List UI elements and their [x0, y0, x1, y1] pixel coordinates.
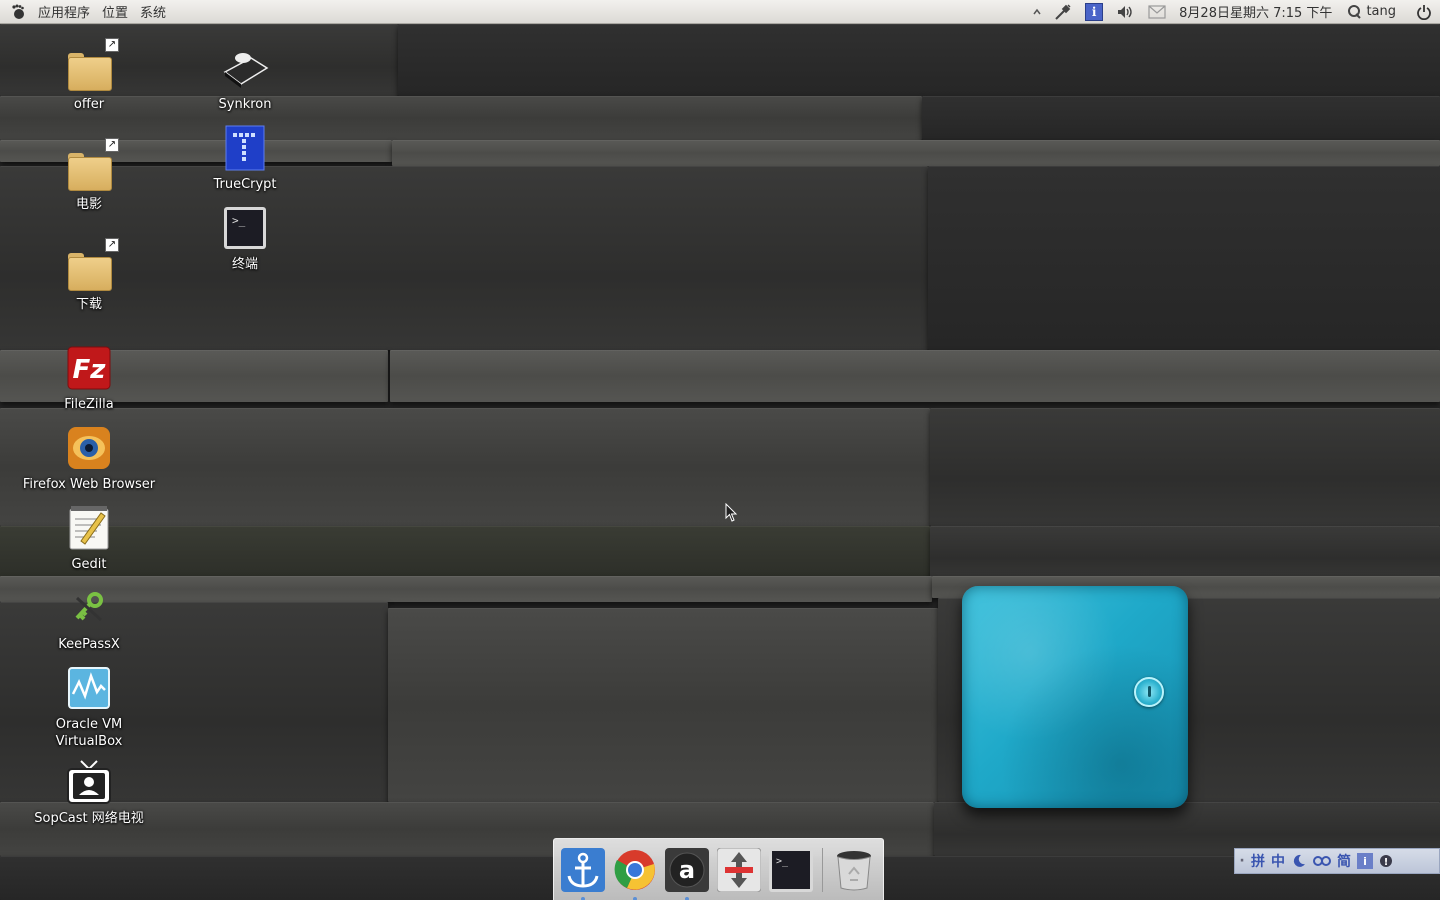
trash-icon: [837, 850, 871, 890]
terminal-icon: >_: [221, 204, 269, 252]
user-status-icon: [1344, 2, 1364, 22]
desktop-icon-label: SopCast 网络电视: [34, 811, 144, 826]
folder-link-icon: ↗: [65, 238, 119, 292]
folder-link-icon: ↗: [65, 38, 119, 92]
svg-text:!: !: [1384, 857, 1389, 868]
punctuation-icon: [1313, 856, 1331, 866]
envelope-icon: [1147, 2, 1167, 22]
desktop-icon-downloads[interactable]: ↗ 下载: [14, 238, 164, 313]
menu-system[interactable]: 系统: [134, 0, 172, 23]
desktop-icon-virtualbox[interactable]: Oracle VM VirtualBox: [14, 664, 164, 750]
ime-toolbar: · 拼 中 简 i !: [1234, 848, 1440, 874]
arrows-icon: [717, 847, 761, 892]
ime-moon-button[interactable]: [1291, 850, 1307, 872]
desktop-icon-label: 电影: [75, 197, 102, 212]
keyhole-lock-graphic: [1134, 677, 1164, 707]
folder-link-icon: ↗: [65, 138, 119, 192]
dock-separator: [822, 847, 823, 892]
desktop-icon-synkron[interactable]: Synkron: [170, 44, 320, 113]
desktop-icon-label: offer: [73, 97, 105, 112]
tray-volume[interactable]: [1109, 0, 1141, 23]
desktop-icon-terminal[interactable]: >_ 终端: [170, 204, 320, 273]
gedit-icon: [65, 504, 113, 552]
ime-chinese-mode-button[interactable]: 中: [1271, 850, 1285, 872]
firefox-icon: [65, 424, 113, 472]
speaker-icon: [1115, 2, 1135, 22]
desktop-icon-label: 下载: [75, 297, 102, 312]
mouse-cursor: [725, 503, 738, 522]
power-button[interactable]: [1408, 0, 1440, 23]
tray-mail[interactable]: [1141, 0, 1173, 23]
virtualbox-icon: [65, 664, 113, 712]
chevron-up-icon: [1033, 8, 1041, 14]
a-icon: a: [665, 847, 709, 892]
anchor-icon: [561, 847, 605, 892]
ime-handle[interactable]: ·: [1239, 850, 1245, 872]
gnome-foot-icon[interactable]: [10, 4, 26, 20]
svg-text:a: a: [679, 856, 695, 884]
info-icon: i: [1357, 853, 1373, 869]
top-panel: 应用程序 位置 系统 i 8月28日星期六 7:15 下午 tang: [0, 0, 1440, 24]
dock-anchor[interactable]: [560, 847, 606, 900]
user-name: tang: [1366, 4, 1396, 19]
sopcast-icon: [65, 758, 113, 806]
desktop-icon-label: KeePassX: [58, 637, 120, 652]
desktop-icon-label: Oracle VM VirtualBox: [55, 717, 123, 749]
svg-text:>_: >_: [776, 856, 789, 867]
dock-terminal[interactable]: >_: [768, 847, 814, 893]
cyan-box-graphic: [962, 586, 1188, 808]
tray-info[interactable]: i: [1079, 0, 1109, 23]
dock-a-app[interactable]: a: [664, 847, 710, 900]
svg-text:>_: >_: [232, 214, 246, 227]
help-icon: !: [1380, 855, 1392, 868]
desktop-icon-truecrypt[interactable]: TrueCrypt: [170, 124, 320, 193]
desktop-icon-keepassx[interactable]: KeePassX: [14, 584, 164, 653]
synkron-icon: [221, 44, 269, 92]
desktop-icon-label: 终端: [231, 257, 258, 272]
terminal-icon: >_: [769, 847, 813, 892]
truecrypt-icon: [221, 124, 269, 172]
tray-user[interactable]: tang: [1338, 0, 1408, 23]
running-indicator: [633, 896, 637, 900]
network-cable-icon: [1053, 2, 1073, 22]
svg-text:Fz: Fz: [73, 355, 107, 385]
moon-icon: [1293, 854, 1305, 867]
menu-applications[interactable]: 应用程序: [32, 0, 96, 23]
tray-expander[interactable]: [1027, 0, 1047, 23]
clock[interactable]: 8月28日星期六 7:15 下午: [1173, 0, 1338, 23]
ime-pinyin-button[interactable]: 拼: [1251, 850, 1265, 872]
desktop-icon-label: Synkron: [218, 97, 272, 112]
desktop-icon-firefox[interactable]: Firefox Web Browser: [14, 424, 164, 493]
ime-info-button[interactable]: i: [1357, 850, 1373, 872]
power-icon: [1414, 2, 1434, 22]
dock-chrome[interactable]: [612, 847, 658, 900]
dock: a >_: [553, 838, 884, 900]
desktop-icon-label: FileZilla: [64, 397, 114, 412]
running-indicator: [685, 896, 689, 900]
ime-simplified-button[interactable]: 简: [1337, 850, 1351, 872]
desktop-icon-label: TrueCrypt: [213, 177, 277, 192]
running-indicator: [581, 896, 585, 900]
desktop-icon-offer[interactable]: ↗ offer: [14, 38, 164, 113]
tray-network[interactable]: [1047, 0, 1079, 23]
ime-punctuation-button[interactable]: [1313, 850, 1331, 872]
desktop-icon-movies[interactable]: ↗ 电影: [14, 138, 164, 213]
menu-places[interactable]: 位置: [96, 0, 134, 23]
ime-help-button[interactable]: !: [1379, 850, 1393, 872]
desktop-icon-gedit[interactable]: Gedit: [14, 504, 164, 573]
chrome-icon: [614, 849, 655, 890]
desktop-icon-sopcast[interactable]: SopCast 网络电视: [14, 758, 164, 827]
desktop-icon-label: Firefox Web Browser: [22, 477, 156, 492]
keepassx-icon: [65, 584, 113, 632]
info-icon: i: [1085, 2, 1104, 21]
panel-menus: 应用程序 位置 系统: [0, 0, 172, 23]
desktop-icon-label: Gedit: [71, 557, 107, 572]
desktop-icon-filezilla[interactable]: Fz FileZilla: [14, 344, 164, 413]
dock-arrows-app[interactable]: [716, 847, 762, 893]
system-tray: i 8月28日星期六 7:15 下午 tang: [1027, 0, 1440, 23]
dock-trash[interactable]: [831, 847, 877, 893]
filezilla-icon: Fz: [65, 344, 113, 392]
